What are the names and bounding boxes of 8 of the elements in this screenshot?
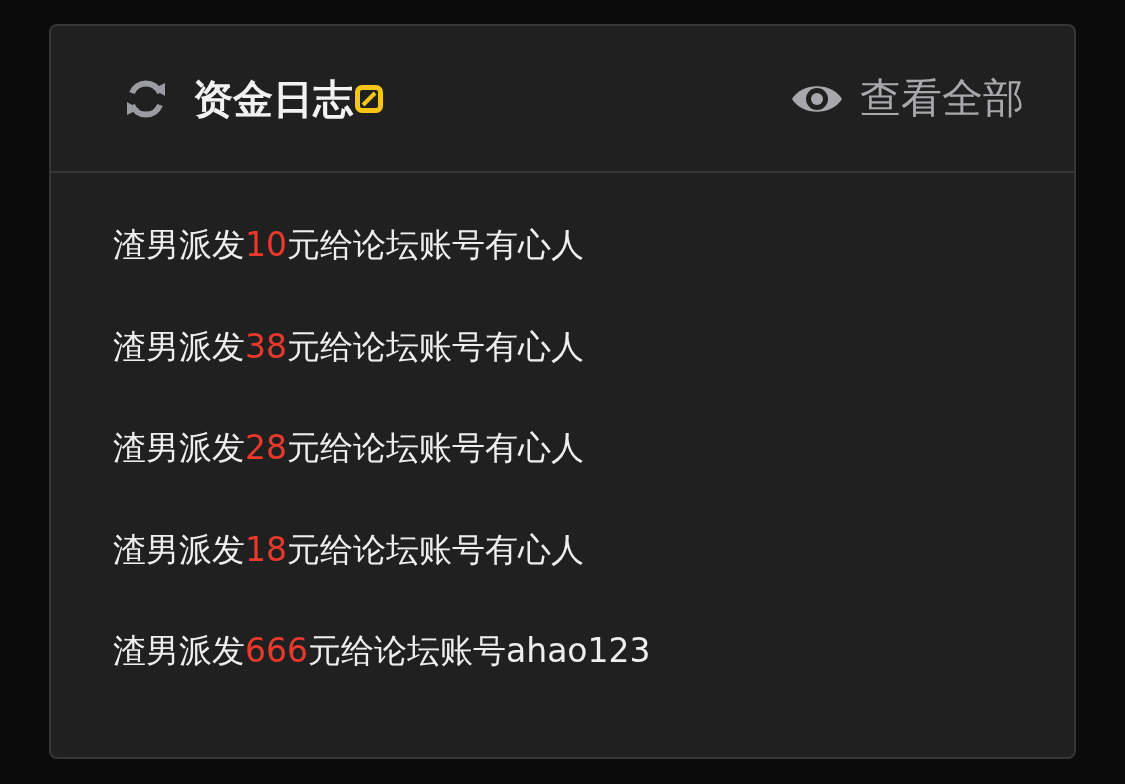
log-entry: 渣男派发38元给论坛账号有心人 — [113, 326, 585, 367]
view-all-link[interactable]: 查看全部 — [790, 67, 1024, 130]
slash-square-icon — [353, 82, 385, 115]
log-entry: 渣男派发18元给论坛账号有心人 — [113, 529, 585, 570]
panel-title: 资金日志 — [193, 74, 353, 124]
log-entry: 渣男派发666元给论坛账号ahao123 — [113, 631, 652, 671]
log-entry: 渣男派发10元给论坛账号有心人 — [113, 225, 585, 265]
log-entry: 渣男派发28元给论坛账号有心人 — [113, 428, 585, 468]
